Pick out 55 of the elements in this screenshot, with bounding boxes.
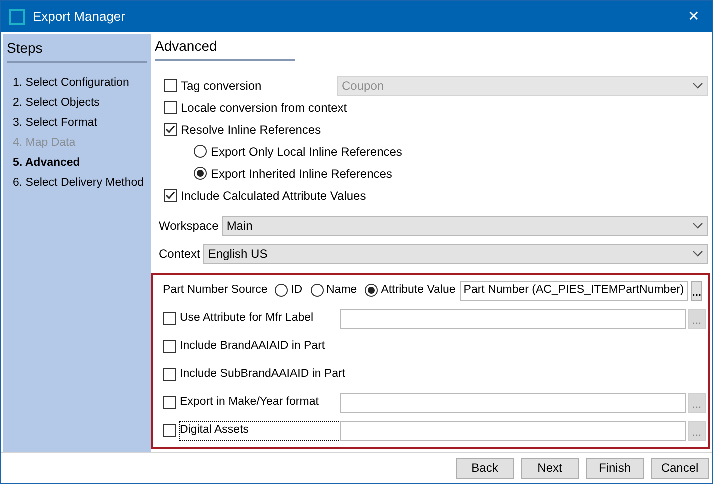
option-label[interactable]: Tag conversion	[181, 76, 337, 95]
option-label[interactable]: Export Inherited Inline References	[211, 164, 392, 183]
checkbox[interactable]	[163, 312, 176, 326]
option-label[interactable]: Include SubBrandAAIAID in Part	[180, 366, 346, 384]
field-label: Workspace	[159, 218, 219, 236]
option-label[interactable]: Include BrandAAIAID in Part	[180, 338, 326, 356]
dialog-button[interactable]: Back	[456, 458, 514, 478]
dropdown[interactable]: Main	[222, 216, 708, 236]
field-label: Context	[159, 246, 200, 264]
panel-heading: Steps	[7, 38, 147, 63]
checkbox[interactable]	[164, 79, 177, 92]
radio-label[interactable]: Attribute Value	[381, 282, 456, 300]
text-field[interactable]	[340, 308, 686, 329]
step-item[interactable]: 1. Select Configuration	[7, 73, 147, 93]
dialog-button[interactable]: Finish	[586, 458, 644, 478]
step-item[interactable]: 6. Select Delivery Method	[7, 173, 147, 193]
radio-button[interactable]	[365, 284, 378, 298]
section-heading: Advanced	[155, 36, 295, 61]
checkbox[interactable]	[163, 340, 176, 354]
chevron-down-icon	[693, 223, 703, 230]
chevron-down-icon	[693, 82, 703, 89]
dropdown[interactable]: English US	[203, 244, 708, 264]
checkbox[interactable]	[164, 101, 177, 114]
radio-label[interactable]: ID	[291, 282, 302, 300]
text-field[interactable]: Part Number (AC_PIES_ITEMPartNumber)	[460, 280, 688, 301]
step-item[interactable]: 3. Select Format	[7, 113, 147, 133]
checkbox[interactable]	[163, 424, 176, 438]
browse-button[interactable]: ...	[691, 280, 702, 301]
option-label[interactable]: Use Attribute for Mfr Label	[180, 310, 340, 328]
checkbox[interactable]	[163, 368, 176, 382]
option-label[interactable]: Resolve Inline References	[181, 120, 322, 139]
option-label[interactable]: Export Only Local Inline References	[211, 142, 402, 161]
field-label: Part Number Source	[163, 283, 269, 298]
option-label[interactable]: Digital Assets	[180, 422, 340, 440]
checkbox[interactable]	[164, 123, 177, 136]
chevron-down-icon	[693, 251, 703, 258]
checkbox[interactable]	[163, 396, 176, 410]
dialog-button[interactable]: Next	[521, 458, 579, 478]
radio-button[interactable]	[194, 145, 207, 158]
step-item[interactable]: 5. Advanced	[7, 153, 147, 173]
dialog-button[interactable]: Cancel	[651, 458, 709, 478]
radio-button[interactable]	[194, 167, 207, 180]
option-label[interactable]: Export in Make/Year format	[180, 394, 340, 412]
close-button[interactable]: ✕	[684, 6, 704, 27]
step-item[interactable]: 2. Select Objects	[7, 93, 147, 113]
checkbox[interactable]	[164, 189, 177, 202]
app-icon	[9, 8, 25, 24]
text-field[interactable]	[340, 420, 686, 441]
option-label[interactable]: Locale conversion from context	[181, 98, 348, 117]
text-field[interactable]	[340, 392, 686, 413]
radio-label[interactable]: Name	[326, 282, 358, 300]
window-title: Export Manager	[33, 8, 126, 26]
option-label[interactable]: Include Calculated Attribute Values	[181, 186, 366, 205]
radio-button[interactable]	[275, 284, 288, 298]
radio-button[interactable]	[310, 284, 324, 298]
